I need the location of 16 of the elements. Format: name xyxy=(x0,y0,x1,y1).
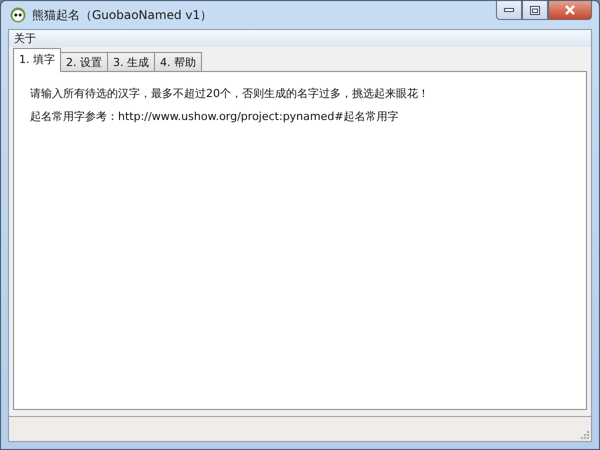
minimize-icon xyxy=(504,8,514,12)
tab[interactable]: 1. 填字 xyxy=(13,48,61,72)
tab[interactable]: 3. 生成 xyxy=(107,52,155,71)
close-icon xyxy=(564,5,576,15)
instruction-text: 起名常用字参考：http://www.ushow.org/project:pynamed#起名常用字 xyxy=(30,109,400,124)
maximize-button[interactable] xyxy=(522,1,548,20)
instruction-text: 请输入所有待选的汉字，最多不超过20个，否则生成的名字过多，挑选起来眼花！ xyxy=(30,86,430,101)
menu-item[interactable]: 关于 xyxy=(9,31,41,46)
window-title: 熊猫起名（GuobaoNamed v1） xyxy=(32,6,212,24)
tab[interactable]: 2. 设置 xyxy=(60,52,108,71)
tab[interactable]: 4. 帮助 xyxy=(154,52,202,71)
resize-grip-icon[interactable] xyxy=(581,431,589,439)
close-button[interactable] xyxy=(548,1,592,20)
minimize-button[interactable] xyxy=(496,1,522,20)
panda-icon xyxy=(10,7,26,23)
maximize-icon xyxy=(530,6,540,14)
